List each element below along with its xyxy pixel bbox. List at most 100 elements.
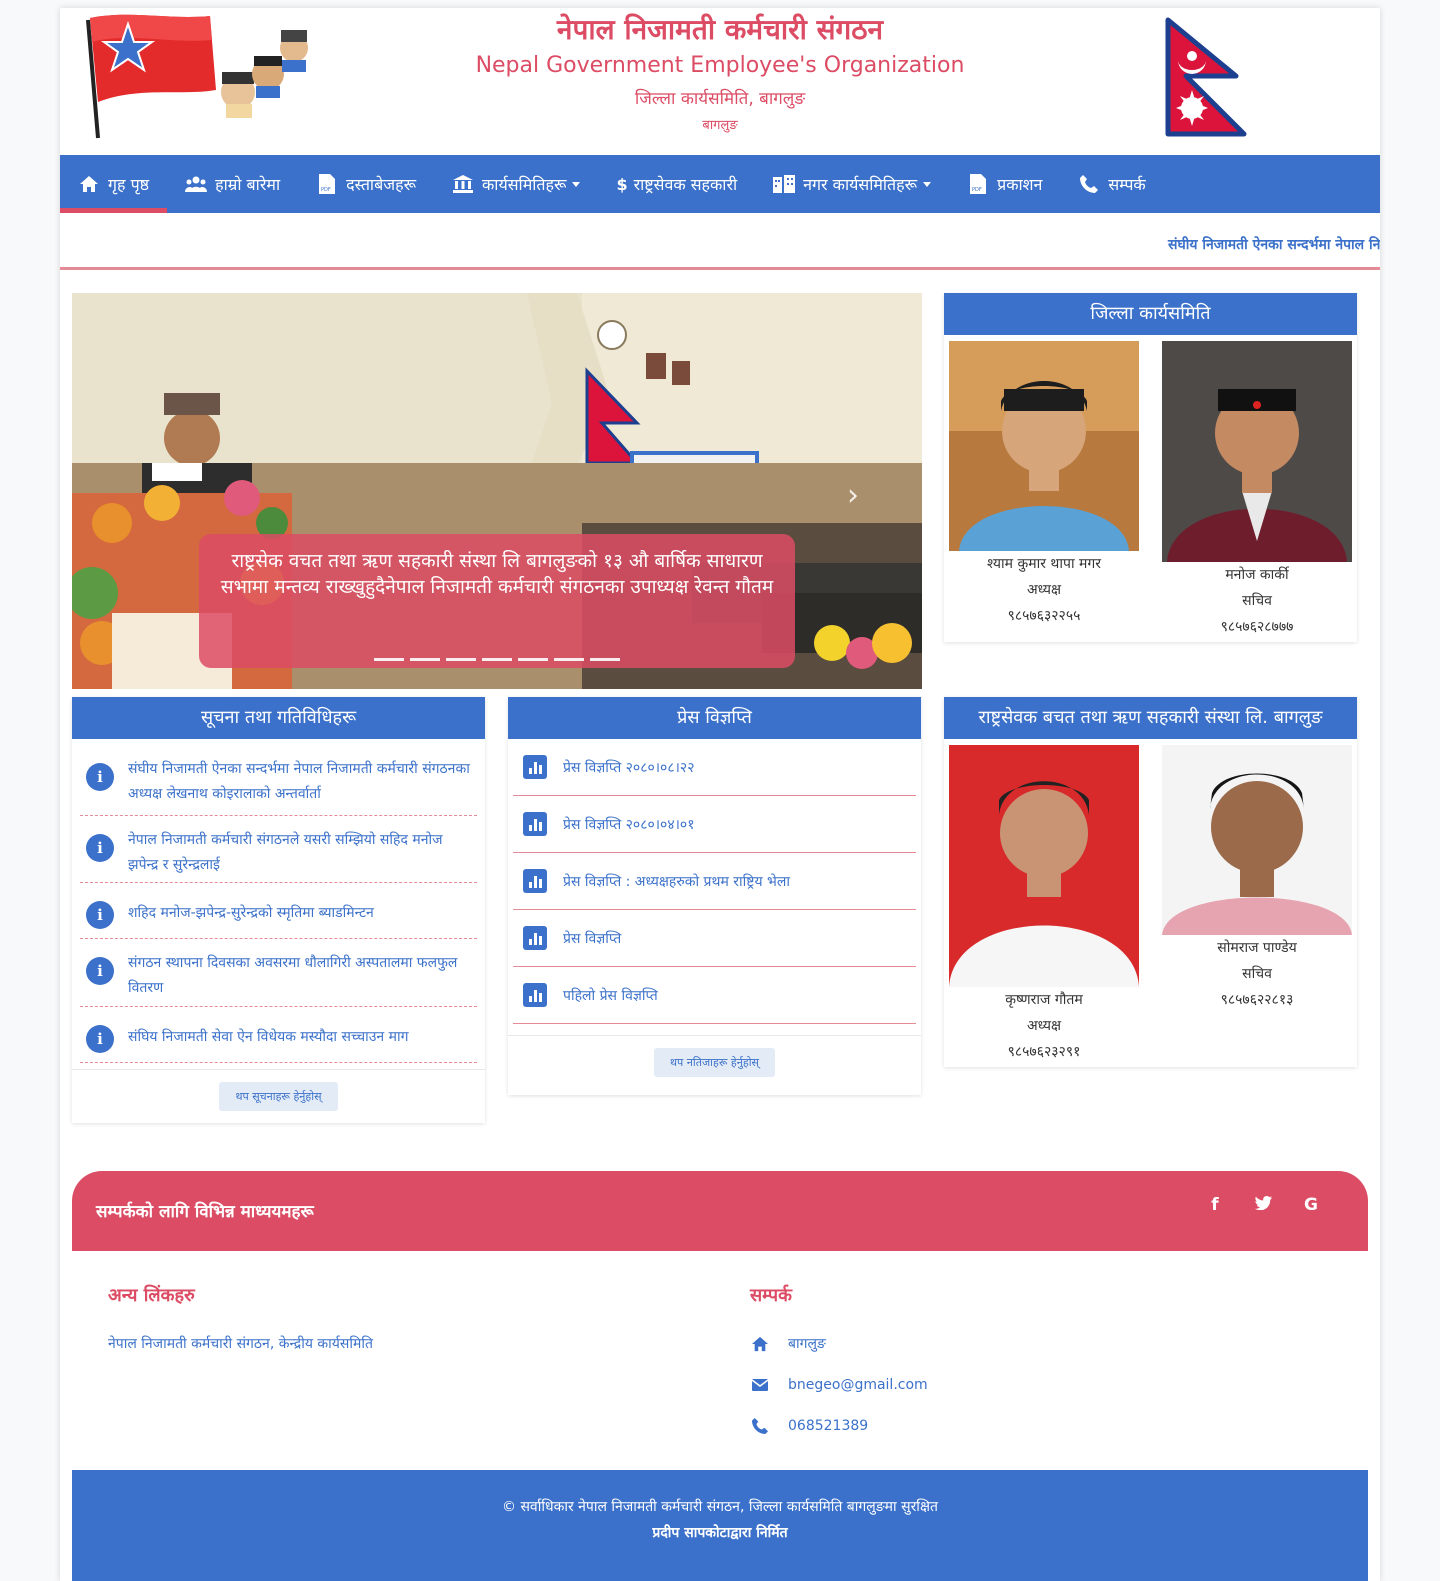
member-card: श्याम कुमार थापा मगर अध्यक्ष ९८५७६३२२५५	[949, 341, 1139, 629]
member-card: सोमराज पाण्डेय सचिव ९८५७६२२८१३	[1162, 745, 1352, 1013]
member-card: कृष्णराज गौतम अध्यक्ष ९८५७६२३२९१	[949, 745, 1139, 1065]
member-role: सचिव	[1242, 966, 1272, 982]
info-icon: i	[86, 834, 114, 862]
pdf-icon: PDF	[967, 173, 989, 195]
notice-link[interactable]: संघीय निजामती ऐनका सन्दर्भमा नेपाल निजाम…	[128, 757, 477, 807]
press-release-item[interactable]: प्रेस विज्ञप्ति २०८०।०८।२२	[513, 739, 916, 796]
nav-contact[interactable]: सम्पर्क	[1060, 155, 1163, 213]
member-role: अध्यक्ष	[1026, 582, 1062, 598]
contact-title: सम्पर्क	[750, 1285, 792, 1306]
notice-item[interactable]: i नेपाल निजामती कर्मचारी संगठनले यसरी सम…	[80, 816, 477, 883]
carousel-indicator[interactable]	[446, 658, 476, 661]
notice-link[interactable]: नेपाल निजामती कर्मचारी संगठनले यसरी सम्झ…	[128, 828, 477, 878]
site-title-nepali: नेपाल निजामती कर्मचारी संगठन	[556, 13, 884, 46]
carousel-indicator[interactable]	[410, 658, 440, 661]
copyright-text: © सर्वाधिकार नेपाल निजामती कर्मचारी संगठ…	[502, 1499, 938, 1515]
dollar-icon: $	[616, 174, 628, 194]
central-committee-link[interactable]: नेपाल निजामती कर्मचारी संगठन, केन्द्रीय …	[108, 1336, 373, 1352]
carousel-indicators	[72, 658, 922, 661]
notice-item[interactable]: i संघिय निजामती सेवा ऐन विधेयक मस्यौदा स…	[80, 1007, 477, 1063]
notice-link[interactable]: शहिद मनोज-झपेन्द्र-सुरेन्द्रको स्मृतिमा …	[128, 895, 374, 926]
bar-chart-icon	[523, 869, 547, 893]
other-links-section: अन्य लिंकहरु नेपाल निजामती कर्मचारी संगठ…	[108, 1283, 373, 1353]
nav-municipal-committees-label: नगर कार्यसमितिहरू	[803, 175, 918, 194]
member-card: मनोज कार्की सचिव ९८५७६२८७७७	[1162, 341, 1352, 640]
home-icon	[78, 173, 100, 195]
contact-phone[interactable]: 068521389	[750, 1405, 928, 1446]
nav-committees-label: कार्यसमितिहरू	[482, 175, 567, 194]
cooperative-heading: राष्ट्रसेवक बचत तथा ऋण सहकारी संस्था लि.…	[944, 697, 1357, 739]
svg-text:PDF: PDF	[321, 187, 331, 193]
chevron-right-icon[interactable]: ›	[847, 478, 859, 513]
press-release-item[interactable]: पहिलो प्रेस विज्ञप्ति	[513, 967, 916, 1024]
contact-email[interactable]: bnegeo@gmail.com	[750, 1364, 928, 1405]
chevron-down-icon	[572, 181, 581, 187]
nav-about-label: हाम्रो बारेमा	[215, 175, 281, 194]
member-photo	[949, 341, 1139, 551]
page-container: नेपाल निजामती कर्मचारी संगठन Nepal Gover…	[60, 8, 1380, 1581]
nav-documents[interactable]: PDF दस्ताबेजहरू	[298, 155, 434, 213]
nav-home[interactable]: गृह पृष्ठ	[60, 155, 168, 213]
main-navbar: गृह पृष्ठ हाम्रो बारेमा PDF दस्ताबेजहरू …	[60, 155, 1380, 213]
notice-item[interactable]: i संगठन स्थापना दिवसका अवसरमा धौलागिरी अ…	[80, 939, 477, 1007]
pdf-icon: PDF	[316, 173, 338, 195]
press-release-link[interactable]: प्रेस विज्ञप्ति २०८०।०४।०१	[563, 815, 694, 834]
press-release-link[interactable]: प्रेस विज्ञप्ति	[563, 929, 621, 948]
phone-icon	[1078, 173, 1100, 195]
nav-about[interactable]: हाम्रो बारेमा	[167, 155, 298, 213]
press-release-link[interactable]: पहिलो प्रेस विज्ञप्ति	[563, 986, 658, 1005]
contact-email-text[interactable]: bnegeo@gmail.com	[788, 1377, 928, 1393]
home-icon	[750, 1336, 770, 1352]
chevron-down-icon	[923, 181, 932, 187]
press-release-link[interactable]: प्रेस विज्ञप्ति २०८०।०८।२२	[563, 758, 694, 777]
more-notices-button[interactable]: थप सूचनाहरू हेर्नुहोस्	[219, 1082, 338, 1111]
more-press-button[interactable]: थप नतिजाहरू हेर्नुहोस्	[654, 1048, 775, 1077]
twitter-icon[interactable]	[1254, 1195, 1272, 1215]
member-phone: ९८५७६२२८१३	[1220, 992, 1294, 1008]
notice-link[interactable]: संगठन स्थापना दिवसका अवसरमा धौलागिरी अस्…	[128, 951, 477, 1001]
member-name: सोमराज पाण्डेय	[1217, 940, 1297, 956]
district-committee-panel: जिल्ला कार्यसमिति श्याम कुमार थापा मगर अ…	[944, 293, 1357, 642]
press-release-item[interactable]: प्रेस विज्ञप्ति : अध्यक्षहरुको प्रथम राष…	[513, 853, 916, 910]
notices-heading: सूचना तथा गतिविधिहरू	[72, 697, 485, 739]
svg-text:PDF: PDF	[972, 187, 982, 193]
google-icon[interactable]: G	[1302, 1195, 1320, 1215]
carousel-indicator[interactable]	[482, 658, 512, 661]
nav-committees[interactable]: कार्यसमितिहरू	[434, 155, 598, 213]
photo-carousel[interactable]: राष्ट्रसेक वचत तथा ऋण सहकारी संस्था लि ब…	[72, 293, 922, 689]
nav-cooperative-label: राष्ट्रसेवक सहकारी	[633, 175, 738, 194]
info-icon: i	[86, 763, 114, 791]
carousel-indicator[interactable]	[554, 658, 584, 661]
nav-home-label: गृह पृष्ठ	[108, 175, 150, 194]
nav-municipal-committees[interactable]: नगर कार्यसमितिहरू	[755, 155, 949, 213]
carousel-caption: राष्ट्रसेक वचत तथा ऋण सहकारी संस्था लि ब…	[199, 534, 795, 668]
notice-link[interactable]: संघिय निजामती सेवा ऐन विधेयक मस्यौदा सच्…	[128, 1019, 409, 1050]
social-title: सम्पर्कको लागि विभिन्न माध्ययमहरू	[96, 1202, 314, 1222]
facebook-icon[interactable]: f	[1206, 1195, 1224, 1215]
copyright-bar: © सर्वाधिकार नेपाल निजामती कर्मचारी संगठ…	[72, 1470, 1368, 1581]
notice-item[interactable]: i शहिद मनोज-झपेन्द्र-सुरेन्द्रको स्मृतिम…	[80, 883, 477, 939]
carousel-indicator[interactable]	[518, 658, 548, 661]
member-phone: ९८५७६२८७७७	[1220, 619, 1294, 635]
news-ticker-text[interactable]: संघीय निजामती ऐनका सन्दर्भमा नेपाल निजाम…	[1168, 235, 1380, 254]
site-title-english: Nepal Government Employee's Organization	[475, 53, 965, 78]
nav-publications[interactable]: PDF प्रकाशन	[949, 155, 1060, 213]
notices-panel: सूचना तथा गतिविधिहरू i संघीय निजामती ऐनक…	[72, 697, 485, 1123]
notice-item[interactable]: i संघीय निजामती ऐनका सन्दर्भमा नेपाल निज…	[80, 745, 477, 816]
carousel-indicator[interactable]	[590, 658, 620, 661]
press-release-panel: प्रेस विज्ञप्ति प्रेस विज्ञप्ति २०८०।०८।…	[508, 697, 921, 1095]
site-header: नेपाल निजामती कर्मचारी संगठन Nepal Gover…	[60, 8, 1380, 155]
member-name: मनोज कार्की	[1225, 567, 1289, 583]
carousel-indicator[interactable]	[374, 658, 404, 661]
press-release-item[interactable]: प्रेस विज्ञप्ति २०८०।०४।०१	[513, 796, 916, 853]
district-committee-heading: जिल्ला कार्यसमिति	[944, 293, 1357, 335]
contact-phone-text[interactable]: 068521389	[788, 1418, 868, 1434]
organization-logo[interactable]	[70, 10, 310, 140]
info-icon: i	[86, 901, 114, 929]
press-release-item[interactable]: प्रेस विज्ञप्ति	[513, 910, 916, 967]
bar-chart-icon	[523, 812, 547, 836]
press-release-link[interactable]: प्रेस विज्ञप्ति : अध्यक्षहरुको प्रथम राष…	[563, 872, 790, 891]
member-phone: ९८५७६२३२९१	[1007, 1044, 1081, 1060]
nav-cooperative[interactable]: $ राष्ट्रसेवक सहकारी	[598, 155, 755, 213]
member-name: कृष्णराज गौतम	[1005, 992, 1083, 1008]
